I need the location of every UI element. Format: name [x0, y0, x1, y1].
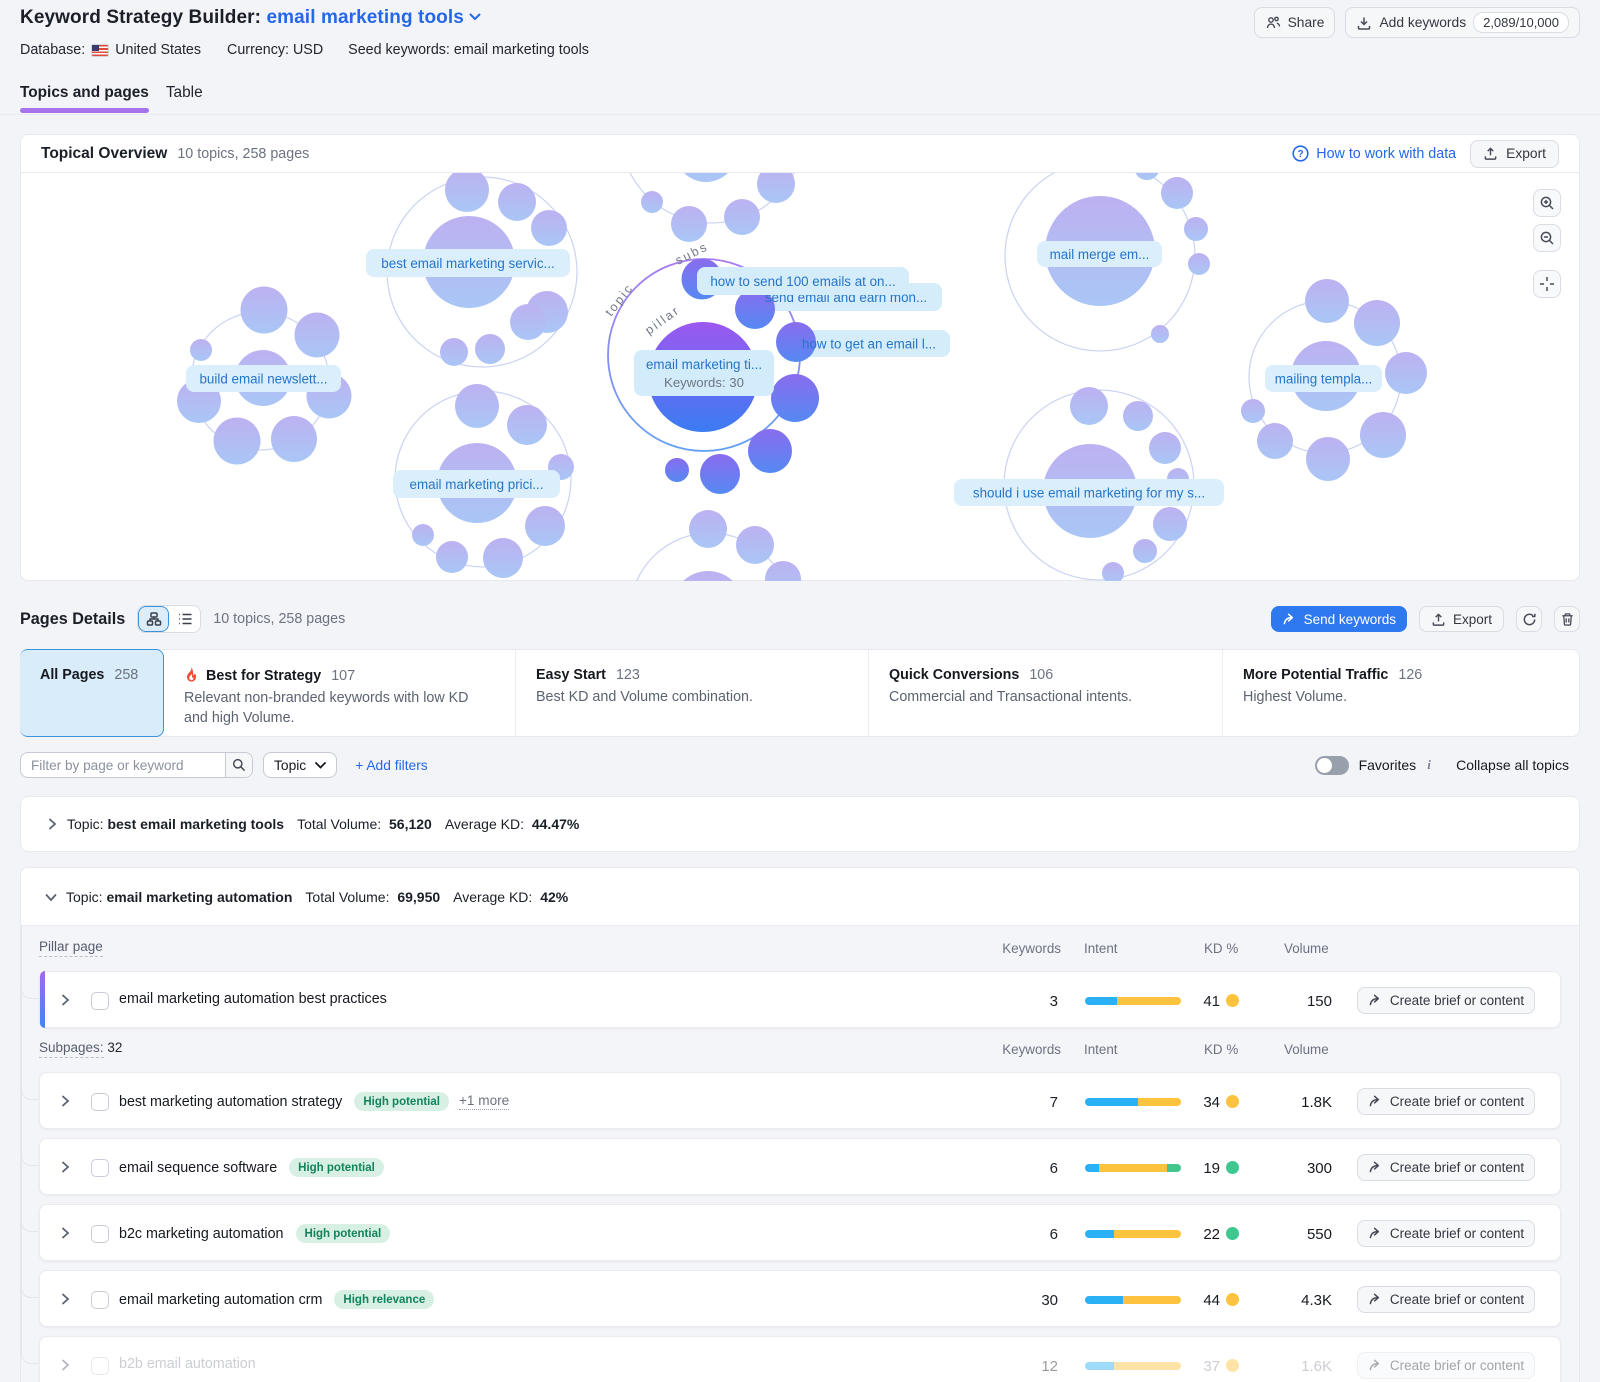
- svg-text:how to get an email l...: how to get an email l...: [802, 337, 936, 352]
- svg-text:?: ?: [1298, 149, 1304, 160]
- svg-text:i: i: [1427, 758, 1431, 772]
- svg-text:mailing templa...: mailing templa...: [1275, 372, 1373, 387]
- svg-text:topic: topic: [602, 281, 636, 319]
- svg-text:how to send 100 emails at on..: how to send 100 emails at on...: [710, 274, 895, 289]
- svg-text:mail merge em...: mail merge em...: [1050, 247, 1150, 262]
- svg-text:email marketing prici...: email marketing prici...: [410, 477, 544, 492]
- svg-text:build email newslett...: build email newslett...: [199, 372, 327, 387]
- svg-text:Keywords: 30: Keywords: 30: [664, 375, 744, 390]
- svg-text:best email marketing servic...: best email marketing servic...: [381, 256, 554, 271]
- svg-text:should i use email marketing f: should i use email marketing for my s...: [973, 486, 1205, 501]
- svg-text:email marketing ti...: email marketing ti...: [646, 357, 762, 372]
